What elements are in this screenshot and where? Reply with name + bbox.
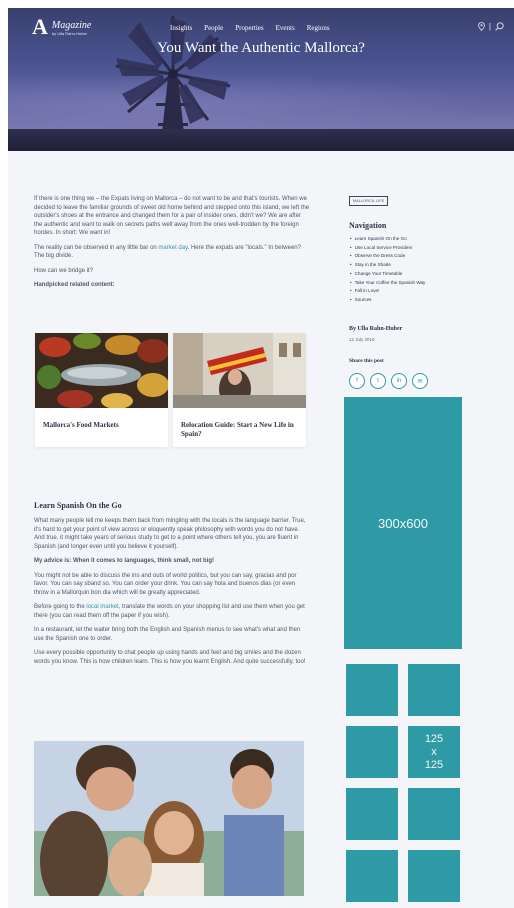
ad-square-labelled[interactable]: 125 x 125: [408, 726, 460, 778]
market-day-link[interactable]: market day: [158, 245, 187, 251]
ad-skyscraper-label: 300x600: [378, 515, 428, 531]
share-heading: Share this post: [349, 358, 384, 364]
linkedin-icon[interactable]: in: [391, 373, 407, 389]
section-paragraph-2: You might not be able to discuss the ins…: [34, 572, 297, 596]
related-card-relocation-guide[interactable]: Relocation Guide: Start a New Life in Sp…: [173, 333, 306, 447]
nav-link-learn-spanish[interactable]: Learn Spanish On the Go: [350, 235, 425, 244]
publish-date: 12 July 2019: [349, 337, 375, 342]
friends-photo: [34, 741, 304, 896]
intro-p2-text-1: The reality can be observed in any littl…: [34, 244, 159, 251]
email-icon[interactable]: ✉: [412, 373, 428, 389]
ad-square[interactable]: [346, 726, 398, 778]
ad-square[interactable]: [346, 788, 398, 840]
section-paragraph-4: In a restaurant, let the waiter bring bo…: [34, 627, 301, 642]
ad-square[interactable]: [346, 664, 398, 716]
section-p3-text-1: Before going to the: [34, 604, 87, 610]
share-buttons: f t in ✉: [349, 373, 428, 389]
location-pin-icon[interactable]: [478, 22, 485, 31]
ad-square[interactable]: [346, 850, 398, 902]
section-paragraph-3: Before going to the local market, transl…: [34, 603, 310, 620]
ad-square[interactable]: [408, 664, 460, 716]
nav-item-events[interactable]: Events: [276, 24, 295, 32]
card-title: Mallorca's Food Markets: [43, 421, 119, 429]
nav-item-people[interactable]: People: [204, 24, 223, 32]
nav-link-sources[interactable]: Sources: [350, 296, 425, 305]
ad-square[interactable]: [408, 850, 460, 902]
logo-name: Magazine: [51, 20, 92, 31]
ad-skyscraper[interactable]: 300x600: [344, 397, 462, 649]
card-title: Relocation Guide: Start a New Life in Sp…: [181, 421, 294, 438]
ad-square[interactable]: [408, 788, 460, 840]
search-icon[interactable]: [495, 22, 504, 31]
page: A Magazine by Ulla Rahn-Huber Insights P…: [8, 8, 514, 908]
section-paragraph-5: Use every possible opportunity to chat p…: [34, 650, 306, 665]
advice-text: My advice is: When it comes to languages…: [34, 558, 215, 564]
page-title: You Want the Authentic Mallorca?: [157, 40, 365, 56]
article-intro: If there is one thing we – the Expats li…: [34, 195, 310, 296]
hero-banner: A Magazine by Ulla Rahn-Huber Insights P…: [8, 8, 514, 151]
nav-link-dress-code[interactable]: Observe the Dress Code: [350, 252, 425, 261]
author-byline[interactable]: By Ulla Rahn-Huber: [349, 326, 402, 332]
intro-paragraph-1: If there is one thing we – the Expats li…: [34, 196, 310, 236]
logo-subtitle: by Ulla Rahn-Huber: [51, 31, 88, 36]
ad-square-height: 125: [424, 758, 444, 771]
related-content-label: Handpicked related content:: [34, 282, 115, 288]
ad-square-label: 125 x 125: [425, 733, 443, 772]
food-market-image: [35, 333, 169, 409]
logo-letter: A: [32, 14, 48, 39]
local-market-link[interactable]: local market: [86, 604, 118, 610]
navigation-heading: Navigation: [349, 221, 387, 230]
header-divider: |: [488, 22, 491, 31]
spain-flag-image: [173, 333, 306, 409]
intro-paragraph-3: How can we bridge it?: [34, 267, 94, 274]
twitter-icon[interactable]: t: [370, 373, 386, 389]
nav-link-coffee[interactable]: Take Your Coffee the Spanish Way: [350, 279, 426, 288]
logo-text: Magazine by Ulla Rahn-Huber: [51, 20, 92, 37]
nav-item-insights[interactable]: Insights: [170, 24, 192, 32]
ad-square-x: x: [431, 745, 437, 758]
nav-item-regions[interactable]: Regions: [307, 24, 330, 32]
section-paragraph-1: What many people tell me keeps them back…: [34, 518, 306, 550]
nav-link-local-service[interactable]: Use Local Service Providers: [350, 244, 425, 253]
related-card-food-markets[interactable]: Mallorca's Food Markets: [35, 333, 169, 447]
main-nav: Insights People Properties Events Region…: [170, 24, 330, 32]
article-navigation: Learn Spanish On the Go Use Local Servic…: [350, 235, 426, 305]
section-learn-spanish: Learn Spanish On the Go What many people…: [34, 501, 310, 672]
hero-clouds: [8, 68, 514, 138]
category-tag[interactable]: Mallorca life: [349, 196, 389, 206]
intro-paragraph-2: The reality can be observed in any littl…: [34, 244, 310, 261]
header-icons: |: [478, 22, 504, 31]
hero-ground: [8, 129, 514, 151]
nav-link-timetable[interactable]: Change Your Timetable: [350, 270, 425, 279]
ad-square-width: 125: [424, 732, 444, 745]
section-heading: Learn Spanish On the Go: [34, 501, 122, 510]
nav-link-fall-in-love[interactable]: Fall in Love!: [350, 287, 425, 296]
nav-item-properties[interactable]: Properties: [235, 24, 263, 32]
site-logo[interactable]: A Magazine by Ulla Rahn-Huber: [32, 16, 91, 38]
facebook-icon[interactable]: f: [349, 373, 365, 389]
nav-link-shade[interactable]: Stay in the Shade: [350, 261, 425, 270]
